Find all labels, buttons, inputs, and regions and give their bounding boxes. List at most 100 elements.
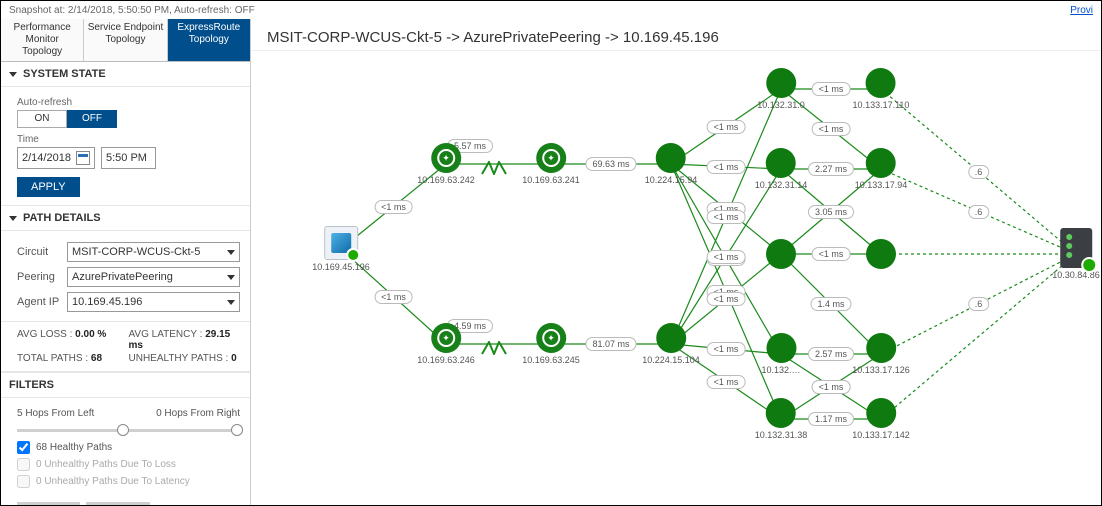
path-stats: AVG LOSS : 0.00 % AVG LATENCY : 29.15 ms…: [1, 322, 250, 372]
edge-latency-label: <1 ms: [707, 292, 746, 306]
edge-latency-label: .6: [968, 297, 990, 311]
edge-latency-label: <1 ms: [812, 380, 851, 394]
hop-icon: [866, 68, 896, 98]
path-details-title: PATH DETAILS: [23, 212, 101, 224]
node-c4[interactable]: 10.132.…: [761, 333, 800, 375]
edge-latency-label: 3.05 ms: [808, 205, 854, 219]
amplifier-icon: [481, 161, 507, 175]
hops-left-label: 5 Hops From Left: [17, 408, 94, 419]
auto-refresh-label: Auto-refresh: [17, 97, 240, 108]
node-srv[interactable]: 10.30.84.86: [1052, 228, 1100, 280]
edge-latency-label: <1 ms: [707, 342, 746, 356]
unhealthy-loss-label: 0 Unhealthy Paths Due To Loss: [36, 459, 176, 470]
caret-down-icon: [9, 72, 17, 77]
edge-latency-label: <1 ms: [707, 120, 746, 134]
hop-icon: [656, 323, 686, 353]
hop-icon: [766, 239, 796, 269]
circuit-select[interactable]: MSIT-CORP-WCUS-Ckt-5: [67, 242, 240, 262]
auto-refresh-on[interactable]: ON: [17, 110, 67, 128]
node-label: 10.133.17.94: [855, 180, 908, 190]
chevron-down-icon: [227, 275, 235, 280]
node-label: 10.169.63.241: [522, 175, 580, 185]
node-n224b[interactable]: 10.224.15.104: [642, 323, 700, 365]
node-d4[interactable]: 10.133.17.126: [852, 333, 910, 375]
agent-ip-select[interactable]: 10.169.45.196: [67, 292, 240, 312]
healthy-paths-checkbox[interactable]: 68 Healthy Paths: [17, 441, 240, 454]
node-r242[interactable]: ✦10.169.63.242: [417, 143, 475, 185]
healthy-paths-input[interactable]: [17, 441, 30, 454]
edge-latency-label: <1 ms: [707, 375, 746, 389]
healthy-paths-label: 68 Healthy Paths: [36, 442, 112, 453]
node-d1[interactable]: 10.133.17.110: [853, 68, 910, 110]
circuit-value: MSIT-CORP-WCUS-Ckt-5: [72, 246, 200, 258]
hop-icon: [766, 68, 796, 98]
tab-2[interactable]: ExpressRoute Topology: [168, 19, 250, 61]
peering-select[interactable]: AzurePrivatePeering: [67, 267, 240, 287]
unhealthy-loss-input: [17, 458, 30, 471]
node-label: 10.132.31.14: [755, 180, 808, 190]
slider-handle-left[interactable]: [117, 424, 129, 436]
edge-latency-label: 1.4 ms: [810, 297, 851, 311]
filters-title: FILTERS: [9, 379, 54, 391]
calendar-icon[interactable]: [76, 151, 90, 165]
filters-apply-button: APPLY: [17, 502, 80, 505]
tab-1[interactable]: Service EndpointTopology: [84, 19, 167, 61]
node-d3[interactable]: [866, 239, 896, 269]
node-r241[interactable]: ✦10.169.63.241: [522, 143, 580, 185]
node-c1[interactable]: 10.132.31.0: [757, 68, 805, 110]
edge-latency-label: <1 ms: [707, 210, 746, 224]
date-input[interactable]: 2/14/2018: [17, 147, 95, 169]
hop-icon: [866, 148, 896, 178]
node-c3[interactable]: [766, 239, 796, 269]
router-icon: ✦: [431, 143, 461, 173]
slider-handle-right[interactable]: [231, 424, 243, 436]
edge-latency-label: <1 ms: [812, 247, 851, 261]
path-details-header[interactable]: PATH DETAILS: [1, 206, 250, 231]
apply-button[interactable]: APPLY: [17, 177, 80, 197]
chevron-down-icon: [227, 300, 235, 305]
page-title: MSIT-CORP-WCUS-Ckt-5 -> AzurePrivatePeer…: [251, 19, 1101, 51]
snapshot-text: Snapshot at: 2/14/2018, 5:50:50 PM, Auto…: [9, 5, 255, 16]
node-agent[interactable]: 10.169.45.196: [312, 226, 370, 272]
node-n224a[interactable]: 10.224.15.94: [645, 143, 698, 185]
edge-latency-label: <1 ms: [812, 122, 851, 136]
node-c5[interactable]: 10.132.31.38: [755, 398, 808, 440]
edge-latency-label: <1 ms: [707, 160, 746, 174]
filters-reset-button: RESET: [86, 502, 151, 505]
node-label: 10.133.17.142: [852, 430, 910, 440]
provide-feedback-link[interactable]: Provi: [1070, 5, 1093, 16]
edge-latency-label: 81.07 ms: [585, 337, 636, 351]
node-d2[interactable]: 10.133.17.94: [855, 148, 908, 190]
node-label: 10.132.31.38: [755, 430, 808, 440]
hop-icon: [656, 143, 686, 173]
hops-slider[interactable]: [17, 423, 240, 437]
tab-0[interactable]: Performance MonitorTopology: [1, 19, 84, 61]
node-label: 10.132.31.0: [757, 100, 805, 110]
node-amp2[interactable]: [481, 333, 507, 355]
unhealthy-latency-label: 0 Unhealthy Paths Due To Latency: [36, 476, 190, 487]
edge-latency-label: .6: [968, 205, 990, 219]
edge-latency-label: <1 ms: [707, 250, 746, 264]
node-r246[interactable]: ✦10.169.63.246: [417, 323, 475, 365]
auto-refresh-toggle[interactable]: ON OFF: [17, 110, 117, 128]
server-icon: [1060, 228, 1092, 268]
router-icon: ✦: [431, 323, 461, 353]
router-icon: ✦: [536, 323, 566, 353]
peering-value: AzurePrivatePeering: [72, 271, 173, 283]
system-state-header[interactable]: SYSTEM STATE: [1, 62, 250, 87]
auto-refresh-off[interactable]: OFF: [67, 110, 117, 128]
node-d5[interactable]: 10.133.17.142: [852, 398, 910, 440]
hop-icon: [766, 148, 796, 178]
node-r245[interactable]: ✦10.169.63.245: [522, 323, 580, 365]
node-label: 10.224.15.94: [645, 175, 698, 185]
hop-icon: [866, 333, 896, 363]
node-c2[interactable]: 10.132.31.14: [755, 148, 808, 190]
topology-canvas[interactable]: <1 ms<1 ms5.57 ms4.59 ms69.63 ms81.07 ms…: [251, 59, 1101, 505]
unhealthy-loss-checkbox: 0 Unhealthy Paths Due To Loss: [17, 458, 240, 471]
filters-header[interactable]: FILTERS: [1, 372, 250, 398]
time-input[interactable]: 5:50 PM: [101, 147, 156, 169]
edge-latency-label: .6: [968, 165, 990, 179]
edge-latency-label: 1.17 ms: [808, 412, 854, 426]
node-amp1[interactable]: [481, 153, 507, 175]
peering-label: Peering: [17, 271, 67, 283]
